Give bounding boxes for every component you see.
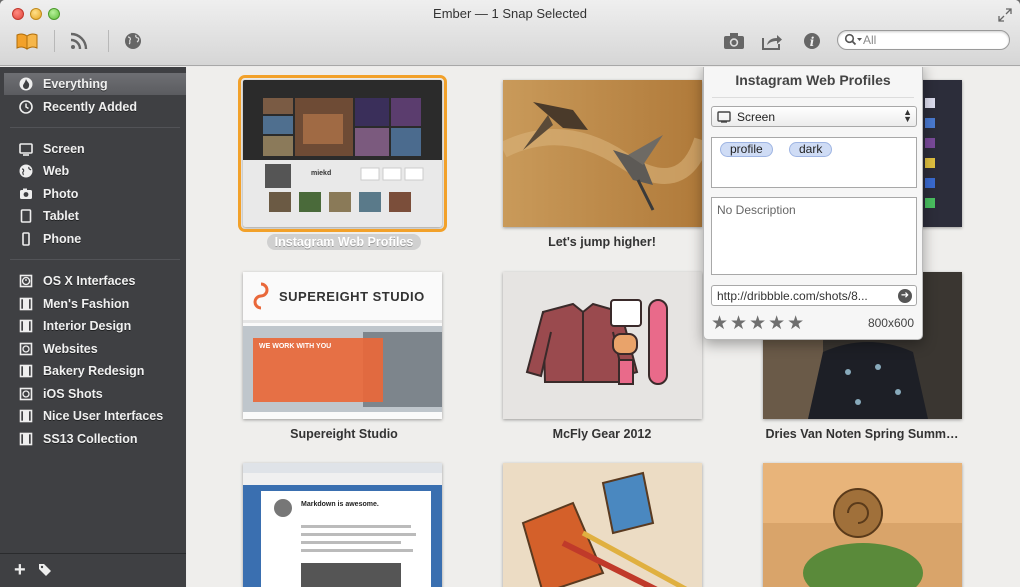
sidebar-item-websites[interactable]: Websites bbox=[4, 338, 186, 360]
select-arrows-icon: ▲ ▼ bbox=[903, 107, 912, 124]
sidebar-item-bakery-redesign[interactable]: Bakery Redesign bbox=[4, 360, 186, 382]
smart-collection-icon bbox=[19, 342, 33, 356]
collection-icon bbox=[19, 297, 33, 311]
tag-token[interactable]: profile bbox=[720, 142, 773, 157]
collection-icon bbox=[19, 319, 33, 333]
smart-collection-icon bbox=[19, 387, 33, 401]
collection-icon bbox=[19, 432, 33, 446]
snap-thumbnail-sketch[interactable] bbox=[503, 463, 702, 587]
phone-icon bbox=[19, 232, 33, 246]
popover-title: Instagram Web Profiles bbox=[735, 72, 891, 88]
sidebar-item-mens-fashion[interactable]: Men's Fashion bbox=[4, 293, 186, 315]
smart-collection-icon bbox=[19, 274, 33, 288]
snap-thumbnail-supereight[interactable]: SUPEREIGHT STUDIO WE WORK WITH YOU bbox=[243, 272, 442, 419]
url-text: http://dribbble.com/shots/8... bbox=[717, 289, 868, 303]
description-field[interactable]: No Description bbox=[711, 197, 917, 275]
flame-icon bbox=[19, 77, 33, 91]
description-placeholder: No Description bbox=[717, 203, 796, 217]
camera-icon[interactable] bbox=[721, 30, 747, 52]
sidebar-item-everything[interactable]: Everything bbox=[4, 73, 186, 95]
snap-grid: miekd Instagram Web Profiles Let's jump … bbox=[187, 67, 1020, 587]
titlebar: Ember — 1 Snap Selected i All bbox=[0, 0, 1020, 66]
snap-type-select[interactable]: Screen ▲ ▼ bbox=[711, 106, 917, 127]
tablet-icon bbox=[19, 209, 33, 223]
supereight-logo-text: SUPEREIGHT STUDIO bbox=[279, 289, 425, 304]
markdown-heading: Markdown is awesome. bbox=[301, 501, 379, 508]
sidebar: Everything Recently Added Screen Web Pho… bbox=[0, 67, 186, 587]
snap-thumbnail-instagram[interactable]: miekd bbox=[238, 75, 447, 232]
sidebar-item-phone[interactable]: Phone bbox=[4, 228, 186, 250]
window-title: Ember — 1 Snap Selected bbox=[433, 6, 587, 21]
sidebar-footer: + bbox=[0, 553, 186, 587]
app-window: Ember — 1 Snap Selected i All Everything… bbox=[0, 0, 1020, 587]
snap-thumbnail-mcfly[interactable] bbox=[503, 272, 702, 419]
tags-field[interactable]: profile dark bbox=[711, 137, 917, 188]
info-popover: Instagram Web Profiles Screen ▲ ▼ profile… bbox=[703, 67, 923, 340]
snap-caption: McFly Gear 2012 bbox=[552, 427, 652, 441]
snap-caption: Let's jump higher! bbox=[548, 235, 656, 249]
sidebar-item-tablet[interactable]: Tablet bbox=[4, 205, 186, 227]
snap-thumbnail-snail[interactable] bbox=[763, 463, 962, 587]
collection-icon bbox=[19, 409, 33, 423]
sidebar-item-os-x-interfaces[interactable]: OS X Interfaces bbox=[4, 270, 186, 292]
snap-type-value: Screen bbox=[737, 110, 776, 124]
snap-caption: Supereight Studio bbox=[290, 427, 398, 441]
open-url-icon[interactable]: ➜ bbox=[898, 289, 912, 303]
collection-icon bbox=[19, 364, 33, 378]
instagram-username: miekd bbox=[311, 170, 332, 177]
supereight-banner-text: WE WORK WITH YOU bbox=[259, 343, 332, 350]
clock-icon bbox=[19, 100, 33, 114]
photo-icon bbox=[19, 187, 33, 201]
search-field[interactable]: All bbox=[837, 30, 1010, 50]
sidebar-item-interior-design[interactable]: Interior Design bbox=[4, 315, 186, 337]
tag-icon[interactable] bbox=[38, 563, 52, 577]
library-icon[interactable] bbox=[14, 30, 40, 52]
snap-caption: Dries Van Noten Spring Summ… bbox=[765, 427, 959, 441]
search-placeholder: All bbox=[863, 33, 877, 47]
sidebar-item-recently-added[interactable]: Recently Added bbox=[4, 96, 186, 118]
image-dimensions: 800x600 bbox=[867, 316, 914, 330]
svg-text:i: i bbox=[810, 35, 815, 49]
snap-caption: Instagram Web Profiles bbox=[229, 234, 459, 250]
snap-thumbnail-markdown[interactable]: Markdown is awesome. bbox=[243, 463, 442, 587]
sidebar-item-screen[interactable]: Screen bbox=[4, 138, 186, 160]
sidebar-item-ss13-collection[interactable]: SS13 Collection bbox=[4, 428, 186, 450]
sidebar-item-web[interactable]: Web bbox=[4, 160, 186, 182]
url-field[interactable]: http://dribbble.com/shots/8... ➜ bbox=[711, 285, 917, 306]
tag-token[interactable]: dark bbox=[789, 142, 833, 157]
screen-icon bbox=[19, 142, 33, 156]
fullscreen-icon[interactable] bbox=[998, 8, 1012, 22]
snap-thumbnail-birds[interactable] bbox=[503, 80, 702, 227]
rating-stars[interactable]: ★★★★★ bbox=[711, 312, 806, 335]
info-icon[interactable]: i bbox=[799, 30, 825, 52]
add-icon[interactable]: + bbox=[14, 560, 26, 580]
globe-icon[interactable] bbox=[120, 30, 146, 52]
web-icon bbox=[19, 164, 33, 178]
screen-icon bbox=[717, 111, 731, 123]
rss-icon[interactable] bbox=[66, 30, 92, 52]
sidebar-item-ios-shots[interactable]: iOS Shots bbox=[4, 383, 186, 405]
sidebar-item-nice-user-interfaces[interactable]: Nice User Interfaces bbox=[4, 405, 186, 427]
share-icon[interactable] bbox=[759, 30, 785, 52]
sidebar-item-photo[interactable]: Photo bbox=[4, 183, 186, 205]
